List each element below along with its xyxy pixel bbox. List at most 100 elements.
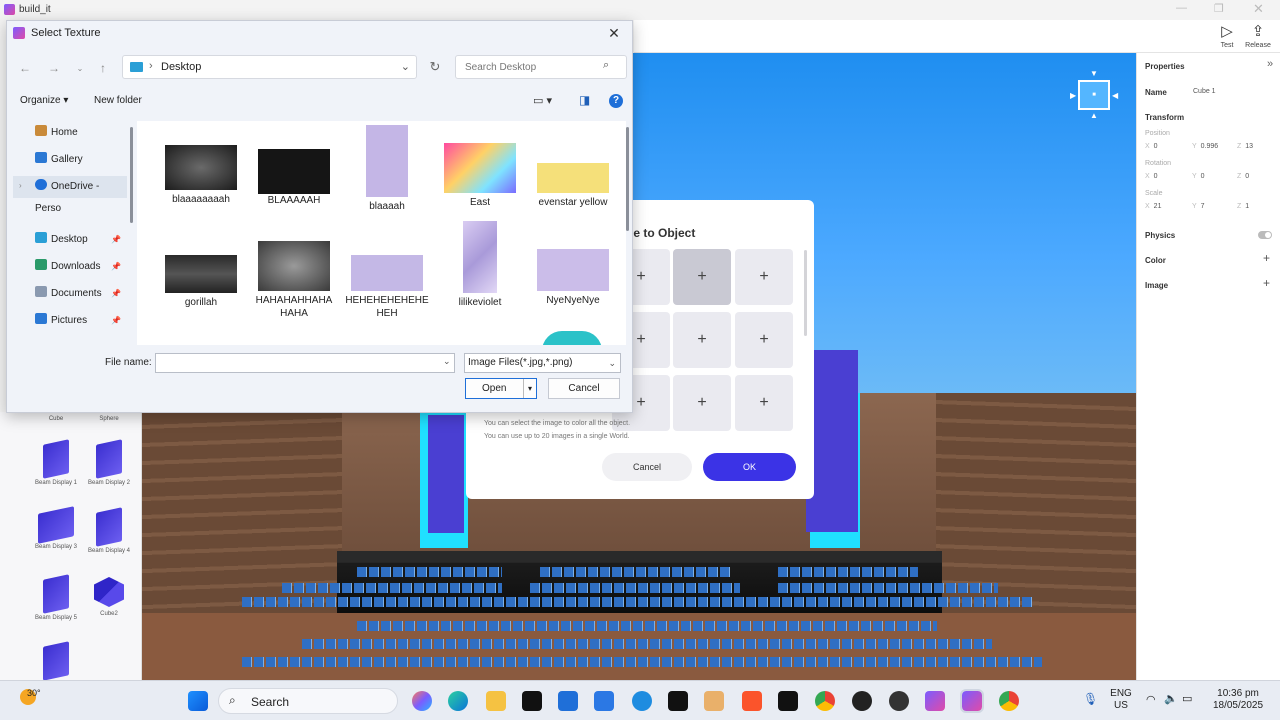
nav-scrollbar[interactable] [130,127,133,223]
asset-item[interactable]: Beam Display 2 [84,442,134,486]
position-x[interactable]: X0 [1145,143,1158,150]
file-item[interactable]: blaaaaaaaah [155,145,247,206]
file-type-select[interactable]: Image Files(*.jpg,*.png)⌄ [464,353,621,373]
nav-item-onedrive[interactable]: OneDrive - Perso [35,176,127,198]
build-it-icon[interactable] [925,691,945,711]
nav-item-downloads[interactable]: Downloads [35,256,100,278]
image-slot[interactable]: + [735,312,793,368]
add-color-icon[interactable]: + [1263,251,1270,265]
image-slot[interactable]: + [673,375,731,431]
scale-z[interactable]: Z1 [1237,203,1249,210]
asset-item[interactable]: Cube2 [84,577,134,617]
asset-item[interactable]: Beam Display 1 [31,442,81,486]
files-scrollbar[interactable] [626,127,629,231]
file-item[interactable]: blaaaah [341,125,433,213]
test-button[interactable]: ▷ Test [1212,22,1242,49]
gizmo-up-icon[interactable]: ▼ [1090,69,1098,78]
forward-icon[interactable]: → [44,59,64,77]
name-value[interactable]: Cube 1 [1193,88,1216,95]
modal-scrollbar[interactable] [804,250,807,336]
file-item[interactable]: East [434,143,526,209]
brave-icon[interactable] [742,691,762,711]
game-icon[interactable] [704,691,724,711]
recent-locations-icon[interactable]: ⌄ [70,59,90,77]
clock[interactable]: 10:36 pm18/05/2025 [1206,688,1270,712]
breadcrumb-desktop[interactable]: Desktop [161,61,201,73]
organize-button[interactable]: Organize ▾ [20,95,68,106]
search-input[interactable] [455,55,627,79]
asset-item[interactable]: Beam Display 3 [31,510,81,550]
help-icon[interactable]: ? [609,94,623,108]
gizmo-down-icon[interactable]: ▲ [1090,111,1098,120]
address-bar[interactable]: › Desktop ⌄ [122,55,417,79]
dialog-close-button[interactable]: ✕ [604,24,624,42]
file-item[interactable]: NyeNyeNye [527,249,619,307]
position-y[interactable]: Y0.996 [1192,143,1218,150]
file-explorer-icon[interactable] [486,691,506,711]
image-slot[interactable]: + [735,249,793,305]
build-it-active-icon[interactable] [962,691,982,711]
file-item[interactable]: HAHAHAHHAHA HAHA [248,241,340,320]
expand-icon[interactable]: › [19,181,22,190]
asset-item[interactable] [31,644,81,680]
refresh-icon[interactable]: ↻ [426,58,444,76]
start-icon[interactable] [188,691,208,711]
asset-item[interactable]: Beam Display 5 [31,577,81,621]
rotation-y[interactable]: Y0 [1192,173,1205,180]
position-z[interactable]: Z13 [1237,143,1253,150]
modal-cancel-button[interactable]: Cancel [602,453,692,481]
help-app-icon[interactable] [632,691,652,711]
modal-ok-button[interactable]: OK [703,453,796,481]
up-folder-icon[interactable]: ↑ [93,59,113,77]
nav-item-home[interactable]: Home [35,122,78,144]
minimize-icon[interactable]: — [1176,2,1187,14]
app-icon[interactable] [594,691,614,711]
release-button[interactable]: ⇪ Release [1243,22,1273,49]
view-gizmo[interactable]: ■ [1078,80,1110,110]
wifi-icon[interactable]: ◠ [1146,693,1156,706]
copilot-icon[interactable] [412,691,432,711]
asset-item[interactable]: Sphere [84,416,134,422]
nav-item-desktop[interactable]: Desktop [35,229,88,251]
microphone-icon[interactable]: 🎙 [1083,692,1098,706]
chrome-icon[interactable] [815,691,835,711]
volume-icon[interactable]: 🔈 [1164,692,1178,705]
cancel-button[interactable]: Cancel [548,378,620,399]
rotation-z[interactable]: Z0 [1237,173,1249,180]
image-slot[interactable]: + [673,312,731,368]
file-item[interactable]: evenstar yellow [527,163,619,209]
open-options-icon[interactable]: ▾ [523,379,536,398]
view-options-icon[interactable]: ▭ ▾ [533,94,552,107]
record-icon[interactable] [852,691,872,711]
nav-item-gallery[interactable]: Gallery [35,149,83,171]
gizmo-left-icon[interactable]: ▶ [1070,91,1076,100]
file-item[interactable]: BLAAAAAH [248,145,340,207]
image-slot[interactable]: + [673,249,731,305]
battery-icon[interactable]: ▭ [1182,692,1192,705]
language-indicator[interactable]: ENGUS [1108,688,1134,712]
new-folder-button[interactable]: New folder [94,95,142,106]
taskbar-search[interactable]: ⌕ Search [218,688,398,714]
add-image-icon[interactable]: + [1263,276,1270,290]
asset-item[interactable]: Beam Display 4 [84,510,134,554]
store-icon[interactable] [558,691,578,711]
preview-pane-icon[interactable]: ◨ [579,93,590,107]
capcut-icon[interactable] [778,691,798,711]
rotation-x[interactable]: X0 [1145,173,1158,180]
chrome-icon[interactable] [999,691,1019,711]
chevron-down-icon[interactable]: ⌄ [443,356,451,367]
maximize-icon[interactable]: ❐ [1214,2,1224,15]
capcut-icon[interactable] [668,691,688,711]
file-item[interactable]: HEHEHEHEHEHE HEH [341,255,433,320]
obs-icon[interactable] [889,691,909,711]
edge-icon[interactable] [448,691,468,711]
scale-y[interactable]: Y7 [1192,203,1205,210]
asset-item[interactable]: Cube [31,416,81,422]
chevron-down-icon[interactable]: ⌄ [401,60,410,73]
file-item[interactable]: lilikeviolet [434,221,526,309]
image-slot[interactable]: + [735,375,793,431]
physics-toggle[interactable] [1258,231,1272,239]
close-window-icon[interactable]: ✕ [1253,1,1264,17]
back-icon[interactable]: ← [15,59,35,77]
file-name-input[interactable] [155,353,455,373]
